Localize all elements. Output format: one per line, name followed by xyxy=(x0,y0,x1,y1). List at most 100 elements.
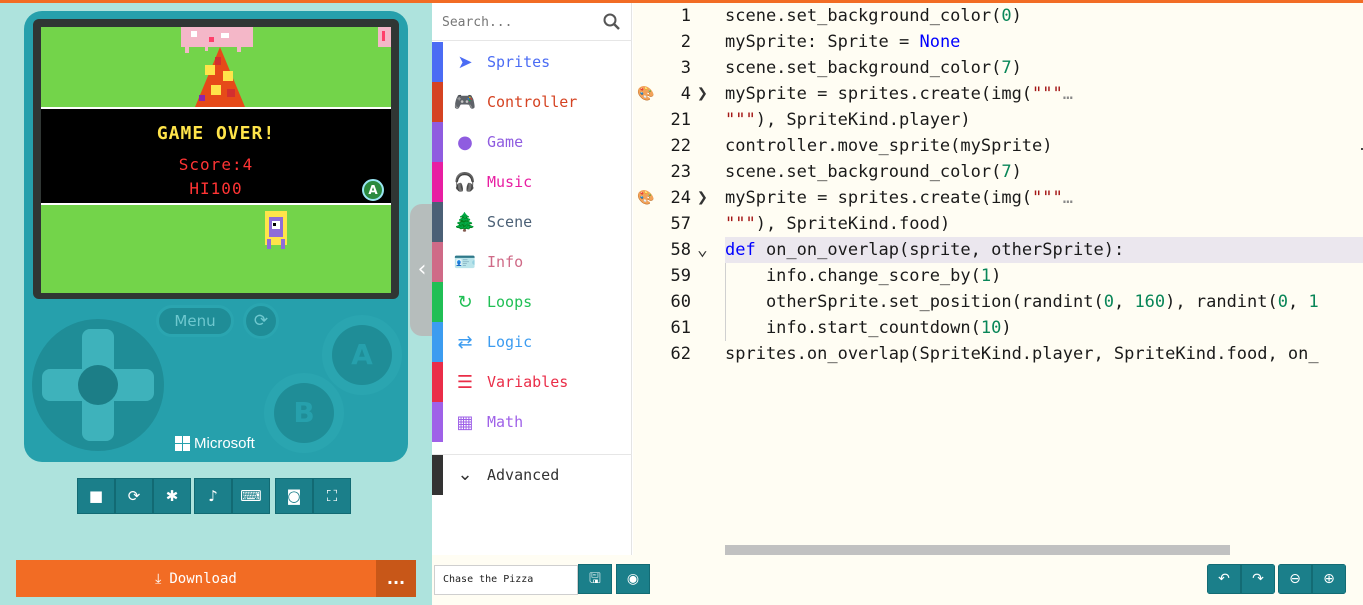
code-text[interactable]: mySprite = sprites.create(img("""… xyxy=(725,185,1363,211)
code-text[interactable]: def on_on_overlap(sprite, otherSprite): xyxy=(725,237,1363,263)
a-button-hint-icon: A xyxy=(362,179,384,201)
redo-icon[interactable]: ↷ xyxy=(1241,564,1275,594)
toolbox-category-loops[interactable]: ↻ Loops xyxy=(432,282,632,322)
toolbox-category-game[interactable]: ● Game xyxy=(432,122,632,162)
a-button-label: A xyxy=(332,325,392,385)
download-label: Download xyxy=(169,570,237,587)
toolbox-category-variables[interactable]: ☰ Variables xyxy=(432,362,632,402)
list-icon: ☰ xyxy=(456,371,474,393)
fold-chevron-icon[interactable]: ⌄ xyxy=(697,237,713,263)
toolbox-category-scene[interactable]: 🌲 Scene xyxy=(432,202,632,242)
code-text[interactable]: scene.set_background_color(7) xyxy=(725,159,1363,185)
calculator-icon: ▦ xyxy=(456,411,474,433)
fold-chevron-icon[interactable]: ❯ xyxy=(697,81,713,107)
code-line[interactable]: 22 controller.move_sprite(mySprite) xyxy=(633,133,1363,159)
indent-guide xyxy=(725,263,726,341)
code-text[interactable]: controller.move_sprite(mySprite) xyxy=(725,133,1363,159)
toolbox-category-sprites[interactable]: ➤ Sprites xyxy=(432,42,632,82)
debug-icon[interactable]: ✱ xyxy=(153,478,191,514)
undo-icon[interactable]: ↶ xyxy=(1207,564,1241,594)
category-label: Scene xyxy=(487,213,533,231)
line-number: 2 xyxy=(680,32,691,52)
code-line[interactable]: 62 sprites.on_overlap(SpriteKind.player, … xyxy=(633,341,1363,367)
restart-icon[interactable]: ⟳ xyxy=(115,478,153,514)
chevron-down-icon: ⌄ xyxy=(457,464,473,485)
zoom-in-icon[interactable]: ⊕ xyxy=(1312,564,1346,594)
screen-bezel: GAME OVER! Score:4 HI100 A xyxy=(33,19,399,299)
download-button[interactable]: ⤓ Download xyxy=(16,560,376,597)
reset-icon[interactable]: ⟳ xyxy=(243,303,279,339)
screenshot-icon[interactable]: ◙ xyxy=(275,478,313,514)
sim-tools-view: ◙ ⛶ xyxy=(275,478,351,514)
paper-plane-icon: ➤ xyxy=(457,51,473,73)
toolbox-category-math[interactable]: ▦ Math xyxy=(432,402,632,442)
code-text[interactable]: """), SpriteKind.food) xyxy=(725,211,1363,237)
menu-button[interactable]: Menu xyxy=(156,305,234,337)
code-text[interactable]: otherSprite.set_position(randint(0, 160)… xyxy=(725,289,1363,315)
code-line[interactable]: 59 info.change_score_by(1) xyxy=(633,263,1363,289)
search-input[interactable] xyxy=(442,11,592,33)
fold-chevron-icon[interactable]: ❯ xyxy=(697,185,713,211)
line-number: 21 xyxy=(670,110,691,130)
id-card-icon: 🪪 xyxy=(453,251,477,273)
code-line[interactable]: 21 """), SpriteKind.player) xyxy=(633,107,1363,133)
code-editor[interactable]: 1 scene.set_background_color(0) 2 mySprite:… xyxy=(633,3,1363,555)
code-line[interactable]: 🎨 24 ❯ mySprite = sprites.create(img("""… xyxy=(633,185,1363,211)
code-line[interactable]: 3 scene.set_background_color(7) xyxy=(633,55,1363,81)
game-over-title: GAME OVER! xyxy=(156,123,276,144)
mute-icon[interactable]: ♪ xyxy=(194,478,232,514)
code-text[interactable]: scene.set_background_color(0) xyxy=(725,3,1363,29)
category-label: Music xyxy=(487,173,533,191)
github-icon[interactable]: ◉ xyxy=(616,564,650,594)
code-text[interactable]: """), SpriteKind.player) xyxy=(725,107,1363,133)
palette-icon[interactable]: 🎨 xyxy=(637,185,654,211)
code-line[interactable]: 60 otherSprite.set_position(randint(0, 1… xyxy=(633,289,1363,315)
b-button[interactable]: B xyxy=(264,373,344,453)
code-text[interactable]: mySprite = sprites.create(img("""… xyxy=(725,81,1363,107)
toolbox-advanced[interactable]: ⌄ Advanced xyxy=(432,454,632,495)
category-label: Math xyxy=(487,413,524,431)
category-color-bar xyxy=(432,122,443,162)
code-text[interactable]: info.start_countdown(10) xyxy=(725,315,1363,341)
game-screen[interactable]: GAME OVER! Score:4 HI100 A xyxy=(41,27,391,293)
search-icon[interactable] xyxy=(602,12,622,32)
a-button[interactable]: A xyxy=(322,315,402,395)
sim-tools-audio: ♪ ⌨ xyxy=(194,478,270,514)
code-line[interactable]: 57 """), SpriteKind.food) xyxy=(633,211,1363,237)
code-text[interactable]: mySprite: Sprite = None xyxy=(725,29,1363,55)
code-line[interactable]: 58 ⌄ def on_on_overlap(sprite, otherSprite… xyxy=(633,237,1363,263)
line-number: 60 xyxy=(670,292,691,312)
toolbox-category-controller[interactable]: 🎮 Controller xyxy=(432,82,632,122)
windows-icon xyxy=(175,436,190,451)
toolbox-category-logic[interactable]: ⇄ Logic xyxy=(432,322,632,362)
code-line[interactable]: 23 scene.set_background_color(7) xyxy=(633,159,1363,185)
save-icon[interactable]: 🖫 xyxy=(578,564,612,594)
stop-icon[interactable]: ■ xyxy=(77,478,115,514)
palette-icon[interactable]: 🎨 xyxy=(637,81,654,107)
keyboard-icon[interactable]: ⌨ xyxy=(232,478,270,514)
microsoft-logo: Microsoft xyxy=(175,435,255,452)
loop-arrow-icon: ↻ xyxy=(457,291,473,313)
download-icon: ⤓ xyxy=(155,570,162,587)
brand-label: Microsoft xyxy=(194,435,255,452)
collapse-simulator-chevron-icon[interactable]: ‹ xyxy=(410,204,434,336)
code-line[interactable]: 1 scene.set_background_color(0) xyxy=(633,3,1363,29)
code-line[interactable]: 2 mySprite: Sprite = None xyxy=(633,29,1363,55)
category-color-bar xyxy=(432,202,443,242)
project-name-input[interactable]: Chase the Pizza xyxy=(434,565,578,595)
code-text[interactable]: sprites.on_overlap(SpriteKind.player, Sp… xyxy=(725,341,1363,367)
code-line[interactable]: 61 info.start_countdown(10) xyxy=(633,315,1363,341)
horizontal-scrollbar[interactable] xyxy=(725,545,1230,555)
code-text[interactable]: info.change_score_by(1) xyxy=(725,263,1363,289)
line-number: 3 xyxy=(680,58,691,78)
code-line[interactable]: 🎨 4 ❯ mySprite = sprites.create(img("""… xyxy=(633,81,1363,107)
zoom-out-icon[interactable]: ⊖ xyxy=(1278,564,1312,594)
line-number: 24 xyxy=(670,188,691,208)
category-color-bar xyxy=(432,82,443,122)
toolbox-category-music[interactable]: 🎧 Music xyxy=(432,162,632,202)
download-more-button[interactable]: ... xyxy=(376,560,416,597)
code-text[interactable]: scene.set_background_color(7) xyxy=(725,55,1363,81)
fullscreen-icon[interactable]: ⛶ xyxy=(313,478,351,514)
dpad[interactable] xyxy=(32,319,164,451)
toolbox-category-info[interactable]: 🪪 Info xyxy=(432,242,632,282)
